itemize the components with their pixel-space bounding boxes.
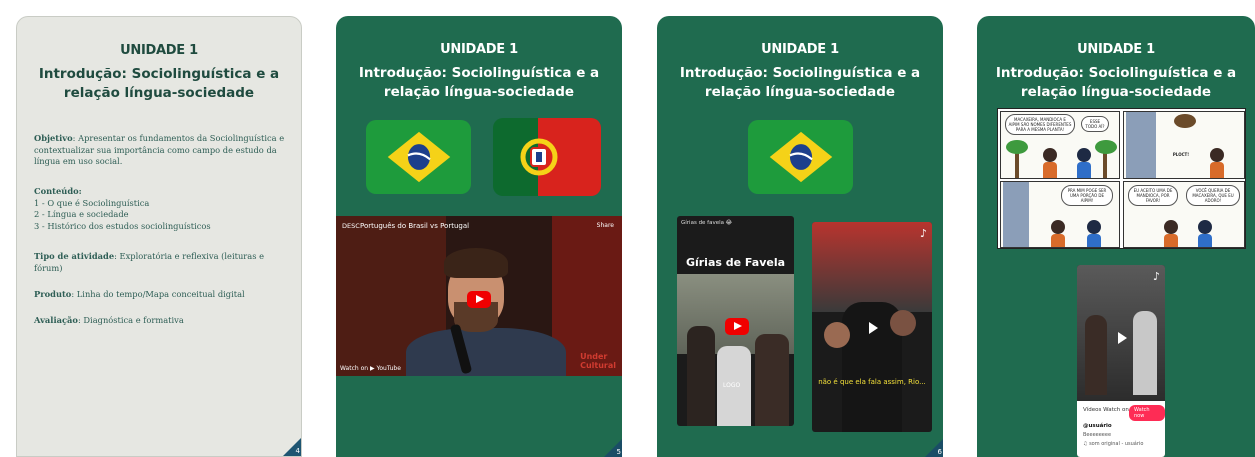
comic-panel: PRA MIM POGE SER UMA PORÇÃO DE AIPIM! [1000,181,1120,248]
produto-label: Produto [34,289,72,299]
conteudo-item: 2 - Língua e sociedade [34,209,129,219]
comic-panel: MACAXEIRA, MANDIOCA E AIPIM SÃO NOMES DI… [1000,111,1120,179]
youtube-play-icon[interactable] [725,318,749,335]
avaliacao-text: : Diagnóstica e formativa [77,315,184,325]
speech-bubble: PRA MIM POGE SER UMA PORÇÃO DE AIPIM! [1061,185,1113,206]
tiktok-embed[interactable]: ♪ Vídeos Watch on Watch now @usuário Bee… [1077,265,1165,457]
embedded-youtube-video[interactable]: DESC Português do Brasil vs Portugal Sha… [336,216,622,376]
tiktok-info-panel: Vídeos Watch on Watch now @usuário Beeee… [1077,401,1165,457]
slide-card-3[interactable]: UNIDADE 1 Introdução: Sociolinguística e… [657,16,943,457]
avaliacao-block: Avaliação: Diagnóstica e formativa [34,315,287,327]
brand-line-1: Under [580,352,608,361]
unit-heading: UNIDADE 1 [1077,42,1155,57]
sound-effect-text: PLOCT! [1172,152,1190,157]
share-button[interactable]: Share [597,222,614,229]
slide-title: Introdução: Sociolinguística e a relação… [358,65,600,100]
comic-strip-image: MACAXEIRA, MANDIOCA E AIPIM SÃO NOMES DI… [997,108,1246,249]
brazil-flag-icon [748,120,853,194]
conteudo-item: 1 - O que é Sociolinguística [34,197,150,208]
page-number-corner: 6 [925,439,943,457]
channel-tag: DESC [342,222,360,230]
shirt-logo-text: LOGO [723,382,741,389]
tiktok-subtitle: não é que ela fala assim, Rio... [818,378,926,386]
comic-panel: EU ACEITO UMA DE MANDIOCA, POR FAVOR! VO… [1123,181,1245,248]
avaliacao-label: Avaliação [34,315,78,325]
page-number: 6 [937,448,942,456]
video-title[interactable]: Português do Brasil vs Portugal [360,222,469,230]
tiktok-description: Beeeeeeee [1083,432,1112,438]
slide-title: Introdução: Sociolinguística e a relação… [995,65,1237,100]
speech-bubble: VOCÊ QUERIA DE MACAXEIRA, QUE EU ADORO! [1186,185,1240,206]
slide-title: Introdução: Sociolinguística e a relação… [679,65,921,100]
unit-heading: UNIDADE 1 [761,42,839,57]
portugal-flag-icon [493,118,601,196]
page-number-corner: 5 [604,439,622,457]
slide-title: Introdução: Sociolinguística e a relação… [38,66,280,101]
tiktok-video-girias[interactable]: Gírias de favela 😂 Gírias de Favela LOGO [677,216,794,426]
conteudo-label: Conteúdo: [34,186,82,196]
watch-now-button[interactable]: Watch now [1129,405,1165,421]
speech-bubble: ESSE TODO AÍ? [1081,116,1109,132]
brand-line-2: Cultural [580,361,616,370]
watch-on-youtube-link[interactable]: Watch on ▶ YouTube [340,365,401,372]
tiktok-logo-icon: ♪ [1152,270,1160,283]
tiktok-logo-icon: ♪ [919,227,927,240]
slide-card-1[interactable]: UNIDADE 1 Introdução: Sociolinguística e… [16,16,302,457]
play-icon[interactable] [861,317,883,339]
youtube-play-icon[interactable] [467,291,491,308]
unit-heading: UNIDADE 1 [120,43,198,58]
objetivo-block: Objetivo: Apresentar os fundamentos da S… [34,133,287,168]
tiktok-tabs[interactable]: Vídeos Watch on [1083,407,1129,413]
comic-panel: PLOCT! [1123,111,1245,179]
conteudo-item: 3 - Histórico dos estudos sociolinguísti… [34,220,211,231]
conteudo-block: Conteúdo: 1 - O que é Sociolinguística 2… [34,186,287,232]
brazil-flag-icon [366,120,471,194]
tipo-block: Tipo de atividade: Exploratória e reflex… [34,251,287,274]
unit-heading: UNIDADE 1 [440,42,518,57]
tipo-label: Tipo de atividade [34,251,115,261]
produto-block: Produto: Linha do tempo/Mapa conceitual … [34,289,287,301]
slide-card-2[interactable]: UNIDADE 1 Introdução: Sociolinguística e… [336,16,622,457]
produto-text: : Linha do tempo/Mapa conceitual digital [71,289,245,299]
tiktok-caption: Gírias de Favela [685,256,786,269]
speech-bubble: EU ACEITO UMA DE MANDIOCA, POR FAVOR! [1128,185,1178,206]
tiktok-header: Gírias de favela 😂 [681,220,733,226]
speech-bubble: MACAXEIRA, MANDIOCA E AIPIM SÃO NOMES DI… [1005,114,1075,135]
slide-card-4[interactable]: UNIDADE 1 Introdução: Sociolinguística e… [977,16,1255,457]
page-number: 4 [295,447,300,455]
tiktok-username[interactable]: @usuário [1083,423,1112,429]
page-number-corner: 4 [283,438,301,456]
play-icon[interactable] [1110,327,1132,349]
channel-brand: Under Cultural [580,352,616,370]
objetivo-label: Objetivo [34,133,73,143]
tiktok-video-street[interactable]: ♪ não é que ela fala assim, Rio... [812,222,932,432]
tiktok-sound[interactable]: ♫ som original - usuário [1083,441,1143,447]
page-number: 5 [616,448,621,456]
